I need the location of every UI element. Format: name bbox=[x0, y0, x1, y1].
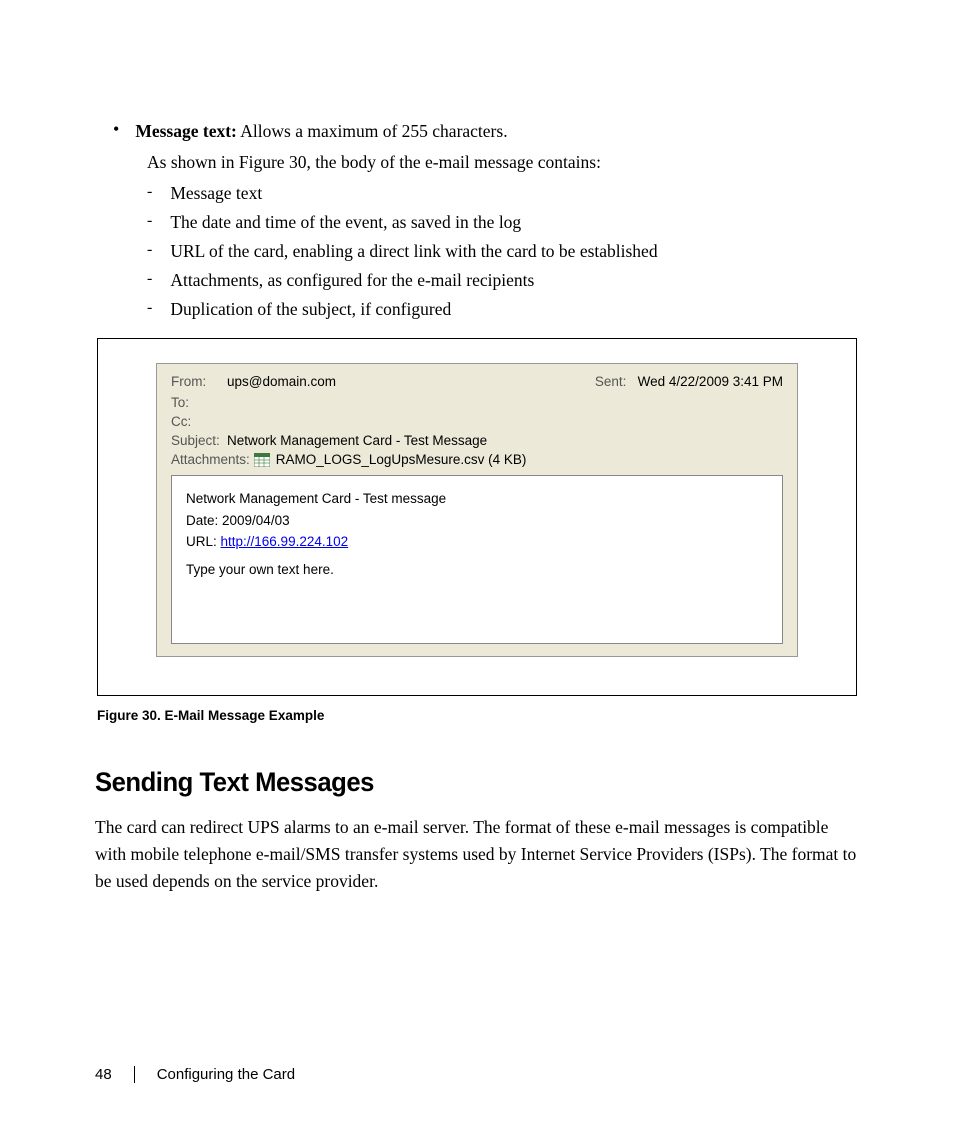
footer-section: Configuring the Card bbox=[157, 1066, 295, 1083]
dash-item: - Attachments, as configured for the e-m… bbox=[147, 270, 859, 291]
sent-label: Sent: bbox=[595, 374, 627, 389]
from-value: ups@domain.com bbox=[227, 374, 336, 389]
body-url-label: URL: bbox=[186, 534, 221, 549]
attachments-label: Attachments: bbox=[171, 452, 250, 467]
dash-item: - The date and time of the event, as sav… bbox=[147, 212, 859, 233]
bullet-desc: Allows a maximum of 255 characters. bbox=[237, 121, 508, 141]
figure-container: From: ups@domain.com Sent: Wed 4/22/2009… bbox=[97, 338, 857, 695]
spreadsheet-icon bbox=[254, 453, 270, 467]
dash-text: The date and time of the event, as saved… bbox=[170, 212, 521, 233]
dash-marker: - bbox=[147, 183, 152, 204]
body-line-1: Network Management Card - Test message bbox=[186, 488, 768, 510]
page-number: 48 bbox=[95, 1066, 112, 1083]
bullet-marker: • bbox=[113, 118, 119, 144]
body-line-4: Type your own text here. bbox=[186, 559, 768, 581]
footer-divider bbox=[134, 1066, 135, 1083]
dash-item: - Duplication of the subject, if configu… bbox=[147, 299, 859, 320]
dash-item: - URL of the card, enabling a direct lin… bbox=[147, 241, 859, 262]
cc-label: Cc: bbox=[171, 414, 227, 429]
body-line-2: Date: 2009/04/03 bbox=[186, 510, 768, 532]
from-label: From: bbox=[171, 374, 227, 389]
dash-marker: - bbox=[147, 241, 152, 262]
dash-text: Duplication of the subject, if configure… bbox=[170, 299, 451, 320]
dash-text: Message text bbox=[170, 183, 262, 204]
dash-text: Attachments, as configured for the e-mai… bbox=[170, 270, 534, 291]
dash-marker: - bbox=[147, 212, 152, 233]
body-url-link[interactable]: http://166.99.224.102 bbox=[221, 534, 349, 549]
subject-value: Network Management Card - Test Message bbox=[227, 433, 487, 448]
dash-item: - Message text bbox=[147, 183, 859, 204]
section-heading: Sending Text Messages bbox=[95, 767, 821, 798]
dash-text: URL of the card, enabling a direct link … bbox=[170, 241, 657, 262]
sent-value bbox=[630, 374, 638, 389]
body-paragraph: The card can redirect UPS alarms to an e… bbox=[95, 814, 859, 895]
subject-label: Subject: bbox=[171, 433, 227, 448]
intro-text: As shown in Figure 30, the body of the e… bbox=[147, 152, 859, 173]
dash-marker: - bbox=[147, 270, 152, 291]
email-body: Network Management Card - Test message D… bbox=[171, 475, 783, 643]
figure-caption: Figure 30. E-Mail Message Example bbox=[97, 708, 859, 723]
attachments-value: RAMO_LOGS_LogUpsMesure.csv (4 KB) bbox=[276, 452, 527, 467]
email-preview: From: ups@domain.com Sent: Wed 4/22/2009… bbox=[156, 363, 798, 656]
page-footer: 48 Configuring the Card bbox=[95, 1066, 295, 1083]
dash-marker: - bbox=[147, 299, 152, 320]
sent-value: Wed 4/22/2009 3:41 PM bbox=[638, 374, 783, 389]
to-label: To: bbox=[171, 395, 227, 410]
bullet-label: Message text: bbox=[135, 121, 237, 141]
bullet-item: • Message text: Allows a maximum of 255 … bbox=[95, 118, 859, 144]
